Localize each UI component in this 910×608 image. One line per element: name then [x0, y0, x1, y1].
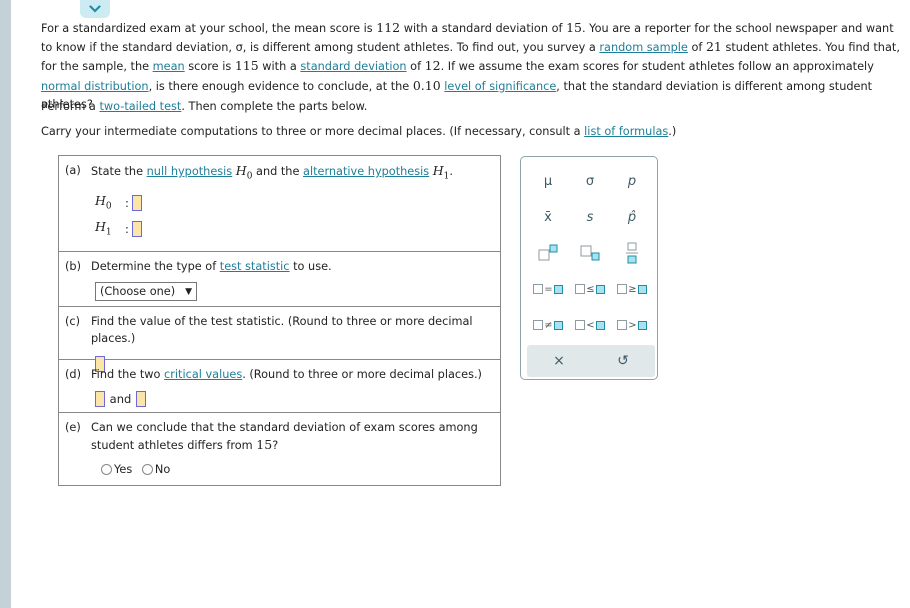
- palette-phat-button[interactable]: p̂: [611, 199, 653, 235]
- h0-row: H0 :: [95, 190, 500, 216]
- radio-no[interactable]: No: [141, 463, 170, 476]
- radio-circle-icon: [101, 464, 112, 475]
- palette-equal-button[interactable]: =: [527, 271, 569, 307]
- link-null-hypothesis[interactable]: null hypothesis: [147, 165, 233, 178]
- part-e: (e) Can we conclude that the standard de…: [65, 421, 478, 476]
- superscript-icon: [538, 244, 558, 261]
- palette-superscript-button[interactable]: [527, 235, 569, 271]
- h1-input[interactable]: [131, 220, 142, 237]
- critical-value-1-input[interactable]: [95, 391, 105, 407]
- palette-greater-button[interactable]: >: [611, 307, 653, 343]
- link-list-of-formulas[interactable]: list of formulas: [584, 125, 668, 138]
- collapse-button[interactable]: [80, 0, 110, 18]
- h1-label: H1: [95, 219, 112, 238]
- palette-p-button[interactable]: p: [611, 163, 653, 199]
- link-standard-deviation[interactable]: standard deviation: [300, 60, 406, 73]
- link-test-statistic[interactable]: test statistic: [220, 260, 290, 273]
- question-box: (a) State the null hypothesis H0 and the…: [58, 155, 501, 486]
- clear-icon[interactable]: ×: [553, 353, 565, 369]
- part-d: (d) Find the two critical values. (Round…: [59, 360, 500, 413]
- palette-sigma-button[interactable]: σ: [569, 163, 611, 199]
- dropdown-arrow-icon: ▼: [185, 286, 193, 297]
- palette-neq-button[interactable]: ≠: [527, 307, 569, 343]
- fraction-icon: [626, 242, 638, 264]
- subscript-icon: [580, 245, 600, 261]
- link-two-tailed-test[interactable]: two-tailed test: [99, 100, 181, 113]
- palette-leq-button[interactable]: ≤: [569, 271, 611, 307]
- link-mean[interactable]: mean: [153, 60, 185, 73]
- palette-fraction-button[interactable]: [611, 235, 653, 271]
- palette-subscript-button[interactable]: [569, 235, 611, 271]
- link-critical-values[interactable]: critical values: [164, 368, 242, 381]
- h0-input[interactable]: [131, 194, 142, 211]
- palette-mu-button[interactable]: μ: [527, 163, 569, 199]
- link-level-of-significance[interactable]: level of significance: [444, 80, 556, 93]
- link-normal-distribution[interactable]: normal distribution: [41, 80, 149, 93]
- perform-instruction: Perform a two-tailed test. Then complete…: [41, 100, 368, 113]
- left-sidebar-strip: [0, 0, 11, 608]
- critical-value-2-input[interactable]: [135, 391, 146, 407]
- palette-geq-button[interactable]: ≥: [611, 271, 653, 307]
- undo-icon[interactable]: ↺: [617, 353, 629, 369]
- link-random-sample[interactable]: random sample: [599, 41, 687, 54]
- math-palette: μ σ p x̄ s p̂ = ≤ ≥ ≠ < > × ↺: [520, 156, 658, 380]
- palette-footer: × ↺: [527, 345, 655, 377]
- chevron-down-icon: [89, 5, 101, 13]
- h0-label: H0: [95, 193, 112, 212]
- palette-s-button[interactable]: s: [569, 199, 611, 235]
- palette-less-button[interactable]: <: [569, 307, 611, 343]
- link-alternative-hypothesis[interactable]: alternative hypothesis: [303, 165, 429, 178]
- radio-yes[interactable]: Yes: [101, 463, 132, 476]
- carry-instruction: Carry your intermediate computations to …: [41, 125, 677, 138]
- radio-circle-icon: [141, 464, 153, 475]
- palette-xbar-button[interactable]: x̄: [527, 199, 569, 235]
- part-b: (b) Determine the type of test statistic…: [59, 252, 500, 307]
- h1-row: H1 :: [95, 216, 500, 242]
- part-label: (a): [65, 164, 81, 177]
- part-c: (c) Find the value of the test statistic…: [59, 307, 500, 372]
- test-statistic-select[interactable]: (Choose one) ▼: [95, 282, 198, 301]
- part-a: (a) State the null hypothesis H0 and the…: [59, 156, 500, 252]
